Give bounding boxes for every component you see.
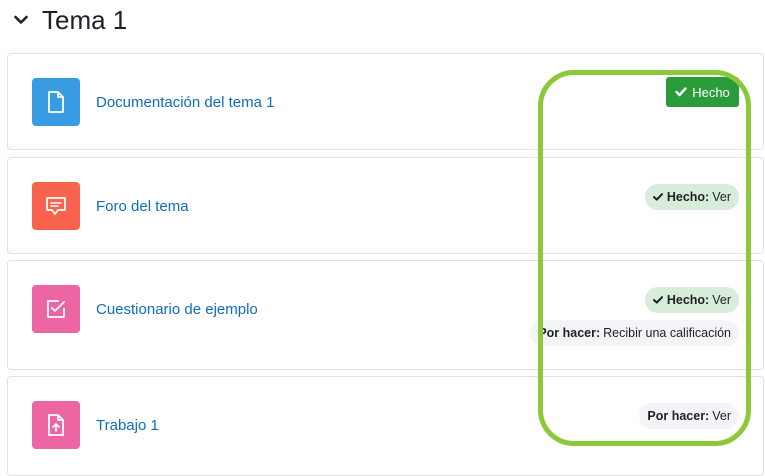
activity-link[interactable]: Cuestionario de ejemplo: [96, 301, 258, 318]
status-text: Ver: [712, 190, 731, 204]
activity-link[interactable]: Foro del tema: [96, 198, 189, 215]
forum-icon: [46, 197, 66, 215]
status-text: Recibir una calificación: [603, 326, 731, 340]
status-text: Ver: [712, 293, 731, 307]
check-icon: [652, 296, 663, 304]
status-label: Hecho:: [666, 293, 710, 307]
activity-icon: [32, 285, 80, 333]
activity-item: Trabajo 1 Por hacer: Ver: [7, 376, 764, 476]
activity-icon: [32, 182, 80, 230]
status-label: Por hacer:: [538, 326, 601, 340]
activity-item: Documentación del tema 1 Hecho: [7, 53, 764, 150]
activity-item: Foro del tema Hecho: Ver: [7, 157, 764, 254]
section-title: Tema 1: [42, 4, 128, 35]
mark-done-label: Hecho: [692, 84, 730, 100]
section-header[interactable]: Tema 1: [14, 4, 127, 36]
status-label: Por hacer:: [647, 409, 710, 423]
status-label: Hecho:: [666, 190, 710, 204]
activity-link[interactable]: Trabajo 1: [96, 417, 159, 434]
activity-item: Cuestionario de ejemplo Hecho: Ver Por h…: [7, 260, 764, 370]
activity-icon: [32, 401, 80, 449]
assignment-icon: [48, 414, 64, 436]
chevron-down-icon[interactable]: [14, 11, 32, 29]
activity-link[interactable]: Documentación del tema 1: [96, 94, 274, 111]
mark-done-button[interactable]: Hecho: [666, 77, 739, 107]
document-icon: [48, 91, 64, 113]
completion-status-badge: Hecho: Ver: [644, 287, 739, 313]
completion-status-badge: Por hacer: Ver: [639, 403, 739, 429]
completion-status-badge: Hecho: Ver: [644, 184, 739, 210]
activity-icon: [32, 78, 80, 126]
check-icon: [675, 87, 687, 97]
status-text: Ver: [712, 409, 731, 423]
completion-status-badge: Por hacer: Recibir una calificación: [530, 320, 739, 346]
quiz-icon: [47, 300, 65, 318]
check-icon: [652, 193, 663, 201]
